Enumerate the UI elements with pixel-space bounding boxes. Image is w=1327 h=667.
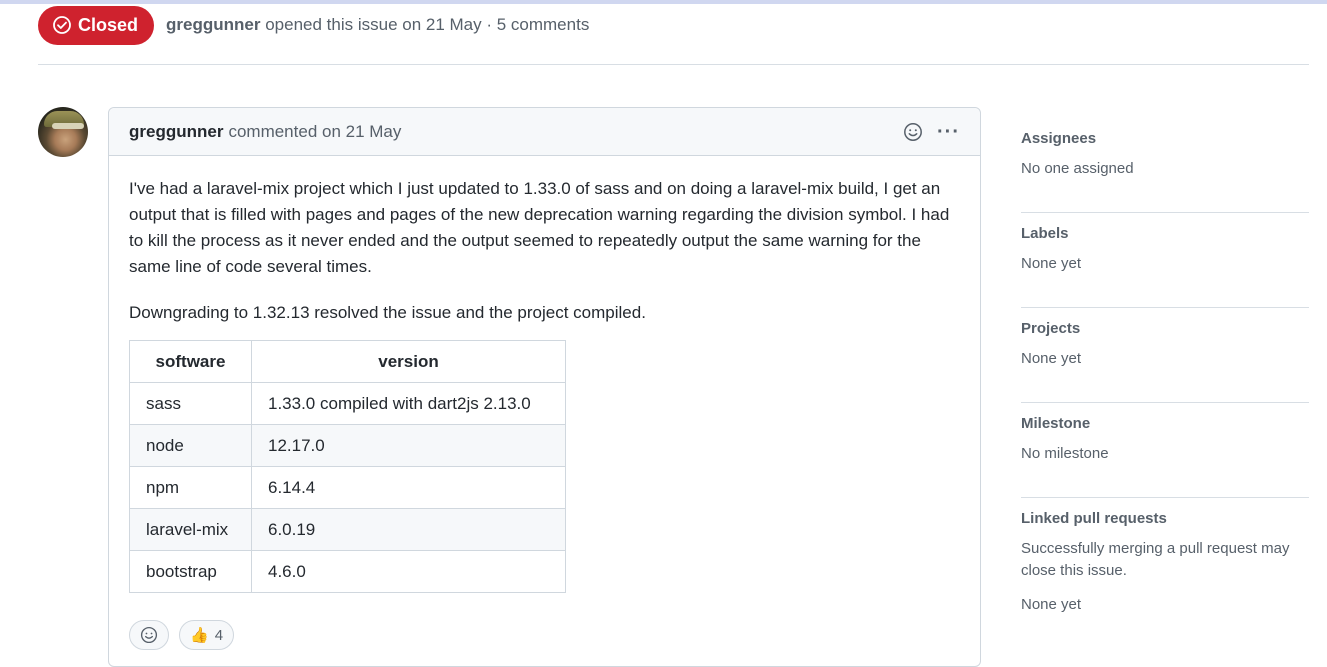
sidebar-labels[interactable]: Labels None yet bbox=[1021, 213, 1309, 308]
issue-meta-text: opened this issue on 21 May · 5 comments bbox=[265, 15, 590, 34]
sidebar-note: Successfully merging a pull request may … bbox=[1021, 540, 1290, 579]
comment-body: I've had a laravel-mix project which I j… bbox=[109, 156, 980, 593]
sidebar-title: Linked pull requests bbox=[1021, 510, 1167, 527]
table-cell: bootstrap bbox=[129, 550, 252, 593]
reaction-count: 4 bbox=[214, 626, 224, 644]
table-row: sass 1.33.0 compiled with dart2js 2.13.0 bbox=[129, 382, 566, 425]
closed-check-icon bbox=[53, 16, 71, 34]
table-header-software: software bbox=[129, 340, 252, 383]
avatar[interactable] bbox=[38, 107, 88, 157]
issue-meta: greggunner opened this issue on 21 May ·… bbox=[166, 15, 589, 35]
sidebar-title: Assignees bbox=[1021, 130, 1097, 147]
table-cell: npm bbox=[129, 466, 252, 509]
table-cell: 4.6.0 bbox=[251, 550, 566, 593]
avatar-glasses bbox=[52, 123, 84, 129]
sidebar-value: No one assigned bbox=[1021, 160, 1134, 177]
table-row: npm 6.14.4 bbox=[129, 466, 566, 509]
sidebar-linked-pull-requests[interactable]: Linked pull requests Successfully mergin… bbox=[1021, 498, 1309, 635]
comment-actions: ··· bbox=[903, 122, 960, 142]
sidebar-value: No milestone bbox=[1021, 445, 1109, 462]
top-border bbox=[0, 0, 1327, 4]
kebab-menu-icon[interactable]: ··· bbox=[937, 122, 960, 142]
thumbs-up-icon: 👍 bbox=[190, 627, 209, 644]
comment-timestamp[interactable]: commented on 21 May bbox=[228, 122, 401, 142]
issue-header: Closed greggunner opened this issue on 2… bbox=[38, 5, 589, 45]
thumbs-up-reaction-button[interactable]: 👍 4 bbox=[179, 620, 235, 650]
table-header-row: software version bbox=[129, 340, 566, 383]
sidebar-title: Projects bbox=[1021, 320, 1081, 337]
version-table: software version sass 1.33.0 compiled wi… bbox=[129, 340, 566, 593]
issue-sidebar: Assignees No one assigned Labels None ye… bbox=[1021, 118, 1309, 635]
table-cell: laravel-mix bbox=[129, 508, 252, 551]
comment-box: greggunner commented on 21 May ··· I've … bbox=[108, 107, 981, 667]
comment-author-link[interactable]: greggunner bbox=[129, 122, 223, 142]
table-cell: 1.33.0 compiled with dart2js 2.13.0 bbox=[251, 382, 566, 425]
table-row: laravel-mix 6.0.19 bbox=[129, 508, 566, 551]
header-divider bbox=[38, 64, 1309, 65]
table-cell: 6.0.19 bbox=[251, 508, 566, 551]
table-cell: sass bbox=[129, 382, 252, 425]
table-row: bootstrap 4.6.0 bbox=[129, 550, 566, 593]
sidebar-projects[interactable]: Projects None yet bbox=[1021, 308, 1309, 403]
issue-state-label: Closed bbox=[78, 14, 139, 35]
table-header-version: version bbox=[251, 340, 566, 383]
sidebar-milestone[interactable]: Milestone No milestone bbox=[1021, 403, 1309, 498]
table-cell: node bbox=[129, 424, 252, 467]
sidebar-value: None yet bbox=[1021, 596, 1082, 613]
table-cell: 12.17.0 bbox=[251, 424, 566, 467]
sidebar-value: None yet bbox=[1021, 255, 1082, 272]
table-row: node 12.17.0 bbox=[129, 424, 566, 467]
add-reaction-button[interactable] bbox=[129, 620, 169, 650]
smile-icon bbox=[140, 626, 158, 644]
sidebar-assignees[interactable]: Assignees No one assigned bbox=[1021, 118, 1309, 213]
table-cell: 6.14.4 bbox=[251, 466, 566, 509]
add-reaction-icon[interactable] bbox=[903, 122, 923, 142]
comment-paragraph: I've had a laravel-mix project which I j… bbox=[129, 179, 950, 276]
issue-author-link[interactable]: greggunner bbox=[166, 15, 260, 34]
comment-paragraph: Downgrading to 1.32.13 resolved the issu… bbox=[129, 303, 646, 322]
reactions-bar: 👍 4 bbox=[129, 620, 235, 650]
sidebar-title: Milestone bbox=[1021, 415, 1091, 432]
sidebar-value: None yet bbox=[1021, 350, 1082, 367]
comment-header: greggunner commented on 21 May ··· bbox=[109, 108, 980, 156]
sidebar-title: Labels bbox=[1021, 225, 1069, 242]
issue-state-badge: Closed bbox=[38, 5, 155, 45]
